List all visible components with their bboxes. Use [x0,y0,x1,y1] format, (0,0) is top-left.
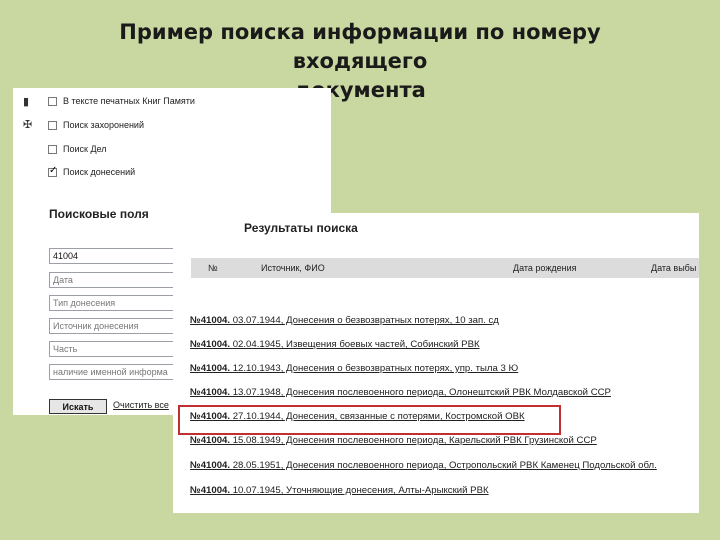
result-text: 28.05.1951, Донесения послевоенного пери… [230,460,657,471]
slide-title-line-1: Пример поиска информации по номеру входя… [119,20,601,73]
search-type-label: Поиск Дел [63,144,107,154]
result-number: №41004. [190,315,231,326]
result-number: №41004. [190,339,231,350]
result-number: №41004. [190,485,231,496]
search-type-burials[interactable]: Поиск захоронений [48,118,144,132]
checkbox[interactable] [48,96,57,106]
checkbox-checked[interactable] [48,165,57,177]
result-text: 03.07.1944, Донесения о безвозвратных по… [230,315,499,326]
result-number: №41004. [190,435,231,446]
result-text: 15.08.1949, Донесения послевоенного пери… [230,435,597,446]
highlight-box [178,405,561,435]
result-row[interactable]: №41004. 28.05.1951, Донесения послевоенн… [190,460,657,471]
result-number: №41004. [190,363,231,374]
search-button[interactable]: Искать [49,399,107,414]
search-type-reports[interactable]: Поиск донесений [48,165,135,179]
result-text: 12.10.1943, Донесения о безвозвратных по… [230,363,519,374]
column-number: № [208,263,218,273]
book-icon: ▮ [23,95,30,108]
clear-all-link[interactable]: Очистить все [113,400,169,410]
document-number-input[interactable] [49,248,185,264]
search-type-label: В тексте печатных Книг Памяти [63,96,195,106]
result-number: №41004. [190,387,231,398]
result-text: 13.07.1948, Донесения послевоенного пери… [230,387,611,398]
report-source-input[interactable] [49,318,185,334]
result-number: №41004. [190,460,231,471]
results-heading: Результаты поиска [244,221,358,235]
column-leave-date: Дата выбы [651,263,697,273]
search-fields-heading: Поисковые поля [49,207,149,221]
result-row[interactable]: №41004. 13.07.1948, Донесения послевоенн… [190,387,611,398]
search-type-label: Поиск захоронений [63,120,144,130]
checkbox[interactable] [48,120,57,130]
search-results-panel: Результаты поиска № Источник, ФИО Дата р… [173,213,699,513]
date-input[interactable] [49,272,185,288]
unit-input[interactable] [49,341,185,357]
memorial-icon: ✠ [23,118,33,131]
result-row[interactable]: №41004. 12.10.1943, Донесения о безвозвр… [190,363,518,374]
checkbox[interactable] [48,144,57,154]
report-type-input[interactable] [49,295,185,311]
result-row[interactable]: №41004. 15.08.1949, Донесения послевоенн… [190,435,597,446]
search-type-label: Поиск донесений [63,167,136,177]
result-row[interactable]: №41004. 02.04.1945, Извещения боевых час… [190,339,480,350]
result-row[interactable]: №41004. 03.07.1944, Донесения о безвозвр… [190,315,499,326]
results-table-header: № Источник, ФИО Дата рождения Дата выбы [191,258,699,278]
result-text: 02.04.1945, Извещения боевых частей, Соб… [230,339,480,350]
result-text: 10.07.1945, Уточняющие донесения, Алты-А… [230,485,489,496]
search-type-cases[interactable]: Поиск Дел [48,142,107,156]
column-source: Источник, ФИО [261,263,325,273]
result-row[interactable]: №41004. 10.07.1945, Уточняющие донесения… [190,485,489,496]
named-info-input[interactable] [49,364,185,380]
search-type-memory-books[interactable]: В тексте печатных Книг Памяти [48,94,195,108]
column-birth-date: Дата рождения [513,263,577,273]
